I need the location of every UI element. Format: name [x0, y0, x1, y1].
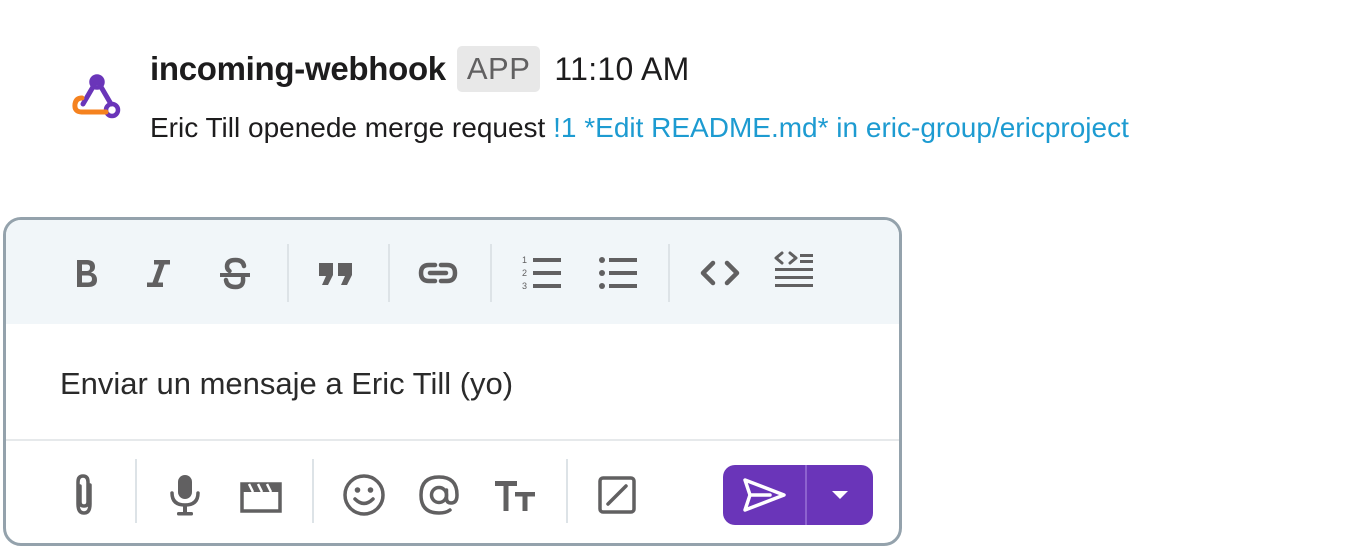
app-badge: APP	[456, 46, 541, 92]
italic-button[interactable]	[133, 248, 183, 298]
voice-message-button[interactable]	[157, 467, 213, 523]
code-icon	[700, 260, 740, 286]
emoji-button[interactable]	[336, 467, 392, 523]
video-button[interactable]	[233, 467, 289, 523]
strikethrough-button[interactable]	[210, 248, 260, 298]
paper-plane-icon	[743, 478, 786, 512]
message-text: Eric Till openede merge request	[150, 112, 554, 143]
composer-actions-bar	[6, 443, 899, 543]
bold-icon	[77, 260, 97, 287]
message-composer: 1 2 3	[3, 217, 902, 546]
toolbar-separator	[388, 244, 390, 302]
message-timestamp[interactable]: 11:10 AM	[554, 51, 689, 88]
smiley-icon	[343, 474, 385, 516]
message-input-area	[6, 324, 899, 441]
send-button[interactable]	[723, 465, 805, 525]
attach-button[interactable]	[56, 467, 112, 523]
formatting-toolbar: 1 2 3	[6, 220, 899, 324]
send-button-group	[723, 465, 873, 525]
text-formatting-button[interactable]	[487, 467, 543, 523]
code-block-button[interactable]	[769, 248, 819, 298]
toolbar-separator	[287, 244, 289, 302]
at-sign-icon	[419, 475, 459, 515]
actions-separator	[135, 459, 137, 523]
code-button[interactable]	[695, 248, 745, 298]
merge-request-link[interactable]: !1 *Edit README.md* in eric-group/ericpr…	[553, 112, 1129, 143]
svg-text:3: 3	[522, 281, 527, 291]
link-icon	[418, 262, 458, 284]
actions-separator	[566, 459, 568, 523]
bulleted-list-icon	[599, 257, 637, 289]
message-input[interactable]	[60, 360, 840, 408]
sender-name[interactable]: incoming-webhook	[150, 50, 446, 88]
bulleted-list-button[interactable]	[593, 248, 643, 298]
chevron-down-icon	[832, 491, 848, 499]
clapperboard-icon	[240, 482, 282, 513]
paperclip-icon	[76, 474, 92, 515]
svg-text:1: 1	[522, 255, 527, 265]
svg-text:2: 2	[522, 268, 527, 278]
strikethrough-icon	[220, 257, 250, 290]
text-size-icon	[495, 481, 535, 511]
message-body: Eric Till openede merge request !1 *Edit…	[150, 112, 1129, 144]
italic-icon	[147, 260, 170, 287]
ordered-list-icon: 1 2 3	[522, 255, 561, 291]
toolbar-separator	[490, 244, 492, 302]
quote-icon	[319, 263, 352, 285]
mention-button[interactable]	[411, 467, 467, 523]
link-button[interactable]	[413, 248, 463, 298]
slash-commands-button[interactable]	[589, 467, 645, 523]
slash-square-icon	[598, 476, 636, 514]
code-block-icon	[774, 251, 813, 287]
quote-button[interactable]	[311, 248, 361, 298]
ordered-list-button[interactable]: 1 2 3	[517, 248, 567, 298]
microphone-icon	[170, 475, 200, 516]
message: incoming-webhook APP 11:10 AM Eric Till …	[0, 0, 1348, 200]
webhook-avatar-icon[interactable]	[70, 74, 124, 124]
send-options-button[interactable]	[807, 465, 873, 525]
actions-separator	[312, 459, 314, 523]
toolbar-separator	[668, 244, 670, 302]
message-header: incoming-webhook APP 11:10 AM	[150, 46, 690, 92]
bold-button[interactable]	[60, 248, 110, 298]
